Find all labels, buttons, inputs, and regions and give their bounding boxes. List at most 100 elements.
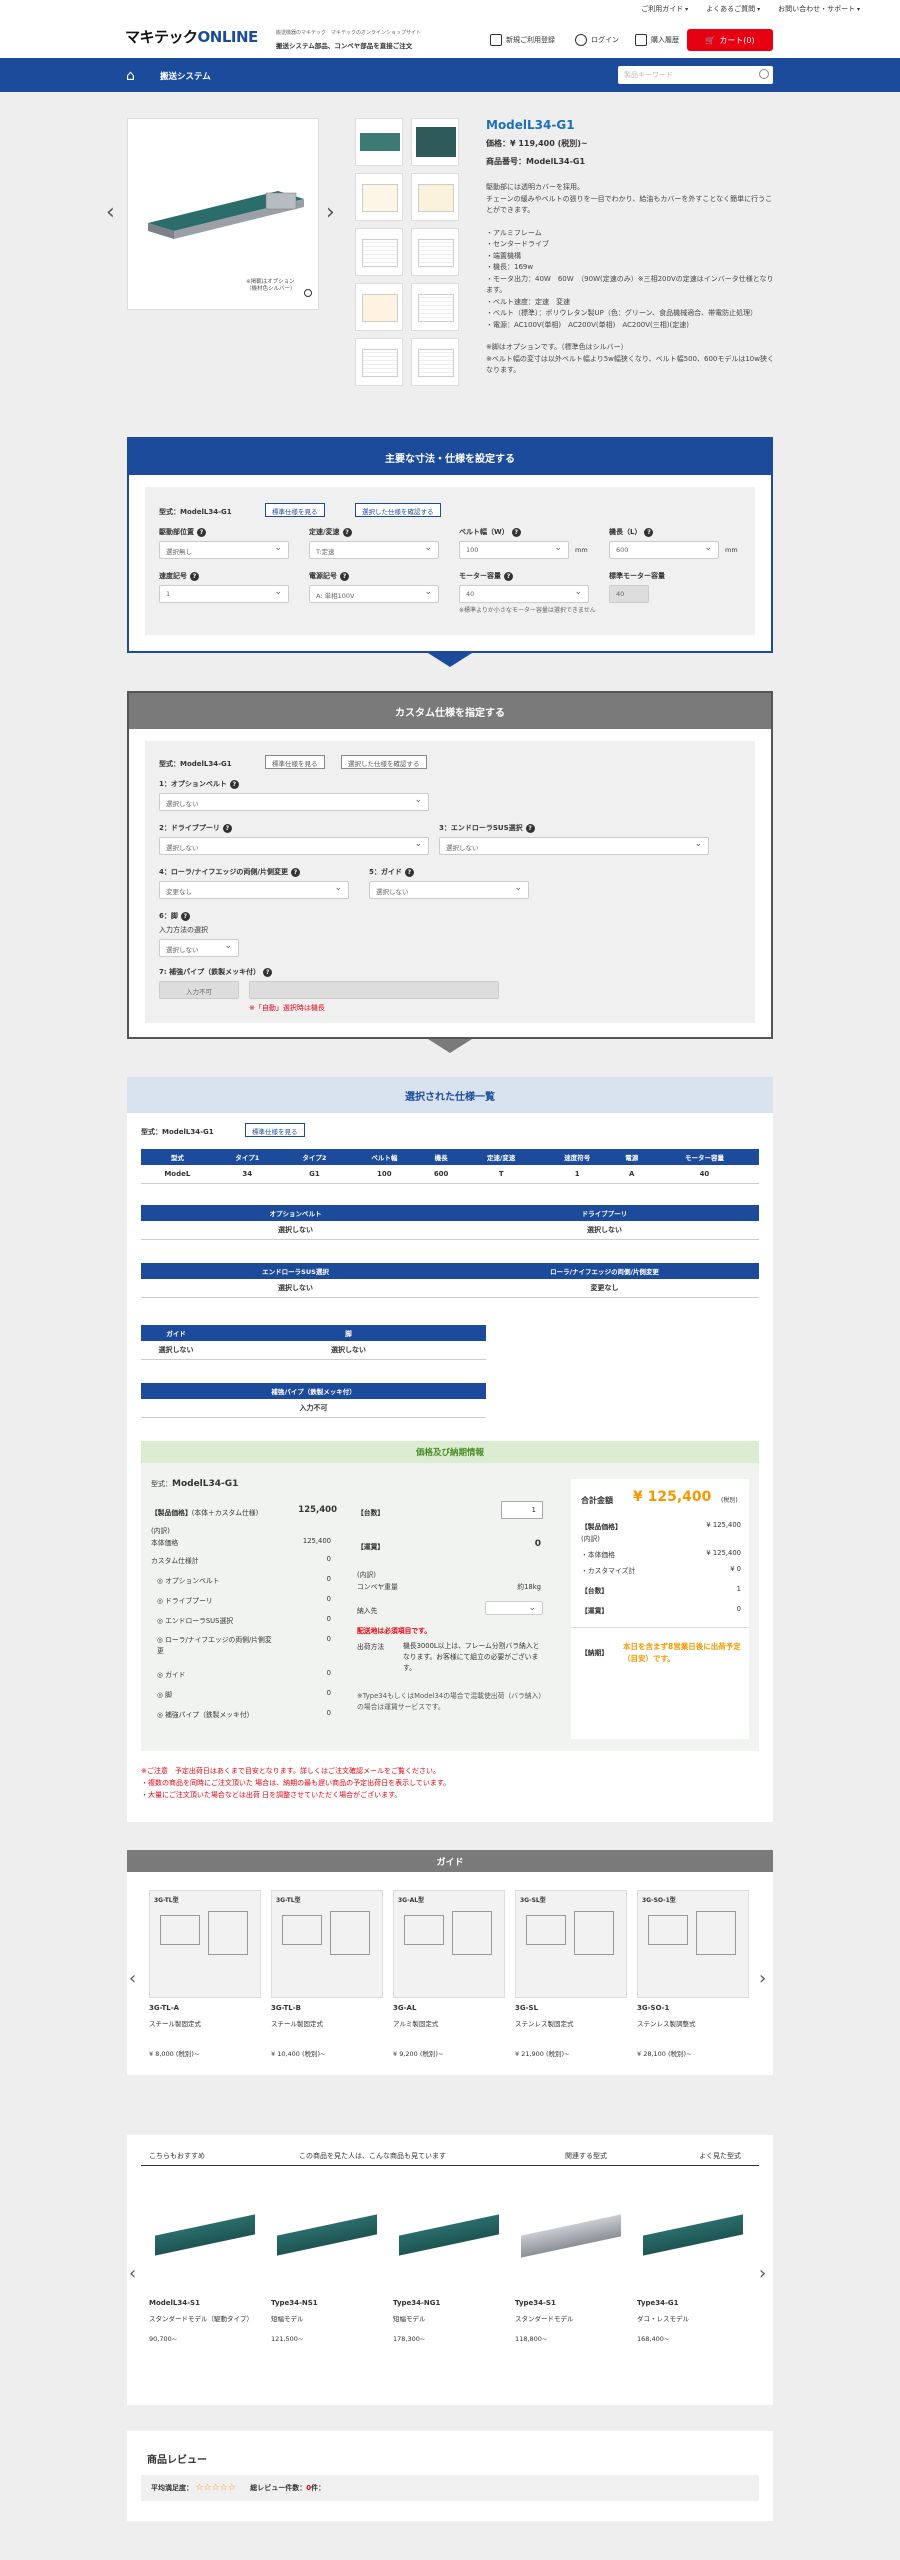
leg-select[interactable]: 選択しない	[159, 939, 239, 957]
register-link[interactable]: 新規ご利用登録	[490, 34, 555, 46]
image-caption: ※掲載はオプション （機材色シルバー）	[246, 279, 296, 292]
rec-prev-arrow[interactable]: ‹	[129, 2263, 136, 2284]
roller-edge-select[interactable]: 変更なし	[159, 881, 349, 899]
destination-select[interactable]	[485, 1601, 543, 1615]
r-custom-value: ¥ 0	[730, 1565, 741, 1573]
confirm-spec-button[interactable]: 選択した仕様を確認する	[355, 503, 441, 517]
guide-card[interactable]: 3G-TL型 3G-TL-A スチール製固定式 ¥ 8,000 (税別)~	[149, 1890, 261, 2058]
drive-position-select[interactable]: 選択無し	[159, 541, 289, 559]
view-standard-button[interactable]: 標準仕様を見る	[265, 503, 325, 517]
qty-label: 【台数】	[357, 1509, 385, 1517]
drive-pulley-select[interactable]: 選択しない	[159, 837, 429, 855]
thumbnail[interactable]	[355, 118, 403, 166]
option-belt-select[interactable]: 選択しない	[159, 793, 429, 811]
avg-label: 平均満足度：	[151, 2484, 193, 2492]
thumbnail[interactable]	[355, 283, 403, 331]
power-code-select[interactable]: A: 単相100V	[309, 585, 439, 603]
ship-method-value: 機長3000L以上は、フレーム分割バラ納入となります。お客様にて組立の必要がござ…	[403, 1642, 540, 1672]
belt-width-select[interactable]: 100	[459, 541, 569, 559]
thumbnail[interactable]	[411, 173, 459, 221]
quantity-input[interactable]: 1	[501, 1501, 543, 1519]
guide-link[interactable]: ご利用ガイド	[641, 4, 688, 14]
desc-line: 駆動部には透明カバーを採用。	[486, 183, 584, 191]
cart-icon: 🛒	[705, 35, 716, 45]
tab-related[interactable]: 関連する型式	[565, 2151, 607, 2161]
home-icon[interactable]: ⌂	[126, 68, 135, 84]
guide-next-arrow[interactable]: ›	[759, 1968, 766, 1989]
thumbnail[interactable]	[411, 283, 459, 331]
motor-capacity-select[interactable]: 40	[459, 585, 589, 603]
machine-length-select[interactable]: 600	[609, 541, 719, 559]
total-panel: 合計金額 ¥ 125,400 (税別) 【製品価格】 ¥ 125,400 (内訳…	[571, 1479, 749, 1739]
product-card-price: 168,400~	[637, 2335, 670, 2343]
thumbnail[interactable]	[411, 228, 459, 276]
next-image-arrow[interactable]: ›	[326, 200, 335, 225]
user-icon	[575, 34, 587, 46]
guide-card[interactable]: 3G-TL型 3G-TL-B スチール製固定式 ¥ 10,400 (税別)~	[271, 1890, 383, 2058]
view-standard-button[interactable]: 標準仕様を見る	[245, 1123, 305, 1137]
table-header: 脚	[211, 1325, 486, 1341]
table-cell: 600	[420, 1165, 462, 1184]
table-cell: 入力不可	[141, 1399, 486, 1418]
nav-title[interactable]: 搬送システム	[160, 70, 211, 82]
product-card[interactable]: Type34-S1 スタンダードモデル 118,800~	[515, 2185, 627, 2343]
table-cell: 選択しない	[141, 1341, 211, 1360]
help-icon[interactable]: ?	[525, 824, 535, 833]
help-icon[interactable]: ?	[229, 780, 239, 789]
motor-note: ※標準よりか小さなモーター容量は選択できません	[459, 607, 596, 614]
product-image	[637, 2185, 749, 2295]
tab-also-viewed[interactable]: この商品を見た人は、こんな商品も見ています	[299, 2151, 446, 2161]
help-icon[interactable]: ?	[342, 528, 352, 537]
prev-image-arrow[interactable]: ‹	[106, 200, 115, 225]
speed-code-select[interactable]: 1	[159, 585, 289, 603]
speed-type-select[interactable]: T:定速	[309, 541, 439, 559]
help-icon[interactable]: ?	[504, 572, 513, 581]
thumbnail[interactable]	[411, 338, 459, 386]
tab-recommend[interactable]: こちらもおすすめ	[149, 2151, 205, 2161]
search-icon[interactable]	[759, 69, 769, 79]
history-link[interactable]: 購入履歴	[635, 34, 679, 46]
table-header: タイプ2	[280, 1149, 349, 1165]
faq-link[interactable]: よくあるご質問	[706, 4, 760, 14]
help-icon[interactable]: ?	[511, 528, 521, 537]
search-input[interactable]: 製品キーワード	[618, 66, 773, 84]
confirm-spec-button[interactable]: 選択した仕様を確認する	[341, 755, 427, 769]
auto-note: ※「自動」選択時は機長	[249, 1004, 325, 1012]
help-icon[interactable]: ?	[290, 868, 300, 877]
tab-frequently-viewed[interactable]: よく見た型式	[699, 2151, 741, 2161]
help-icon[interactable]: ?	[190, 572, 199, 581]
thumbnail[interactable]	[411, 118, 459, 166]
help-icon[interactable]: ?	[340, 572, 349, 581]
view-standard-button[interactable]: 標準仕様を見る	[265, 755, 325, 769]
custom-section: カスタム仕様を指定する 型式：ModelL34-G1 標準仕様を見る 選択した仕…	[127, 691, 773, 1039]
ship-label: 【運賃】	[357, 1543, 385, 1551]
thumbnail[interactable]	[355, 338, 403, 386]
thumbnail[interactable]	[355, 173, 403, 221]
login-link[interactable]: ログイン	[575, 34, 619, 46]
guide-card[interactable]: 3G-SL型 3G-SL ステンレス製固定式 ¥ 21,900 (税別)~	[515, 1890, 627, 2058]
help-icon[interactable]: ?	[263, 968, 273, 977]
product-card[interactable]: Type34-G1 ダコ・レスモデル 168,400~	[637, 2185, 749, 2343]
site-logo[interactable]: マキテックONLINE	[125, 26, 258, 47]
zoom-icon[interactable]	[304, 289, 312, 297]
guide-select[interactable]: 選択しない	[369, 881, 529, 899]
contact-link[interactable]: お問い合わせ・サポート	[778, 4, 860, 14]
product-card[interactable]: Type34-NS1 短幅モデル 121,500~	[271, 2185, 383, 2343]
thumbnail[interactable]	[355, 228, 403, 276]
guide-card[interactable]: 3G-SO-1型 3G-SO-1 ステンレス製調整式 ¥ 28,100 (税別)…	[637, 1890, 749, 2058]
product-card[interactable]: Type34-NG1 短幅モデル 178,300~	[393, 2185, 505, 2343]
guide-prev-arrow[interactable]: ‹	[129, 1968, 136, 1989]
help-icon[interactable]: ?	[644, 528, 654, 537]
help-icon[interactable]: ?	[180, 912, 190, 921]
cart-button[interactable]: 🛒 カート(0)	[687, 29, 773, 51]
help-icon[interactable]: ?	[404, 868, 414, 877]
product-card[interactable]: ModelL34-S1 スタンダードモデル（駆動タイプ） 90,700~	[149, 2185, 261, 2343]
tagline-small: 搬送機器のマキテック マキテックのオンラインショップサイト	[276, 30, 422, 36]
field-label: ベルト幅（W）?	[459, 527, 521, 537]
guide-card[interactable]: 3G-AL型 3G-AL アルミ製固定式 ¥ 9,200 (税別)~	[393, 1890, 505, 2058]
help-icon[interactable]: ?	[197, 528, 206, 537]
rec-next-arrow[interactable]: ›	[759, 2263, 766, 2284]
desc-spacer	[486, 217, 776, 228]
help-icon[interactable]: ?	[222, 824, 232, 833]
end-roller-select[interactable]: 選択しない	[439, 837, 709, 855]
